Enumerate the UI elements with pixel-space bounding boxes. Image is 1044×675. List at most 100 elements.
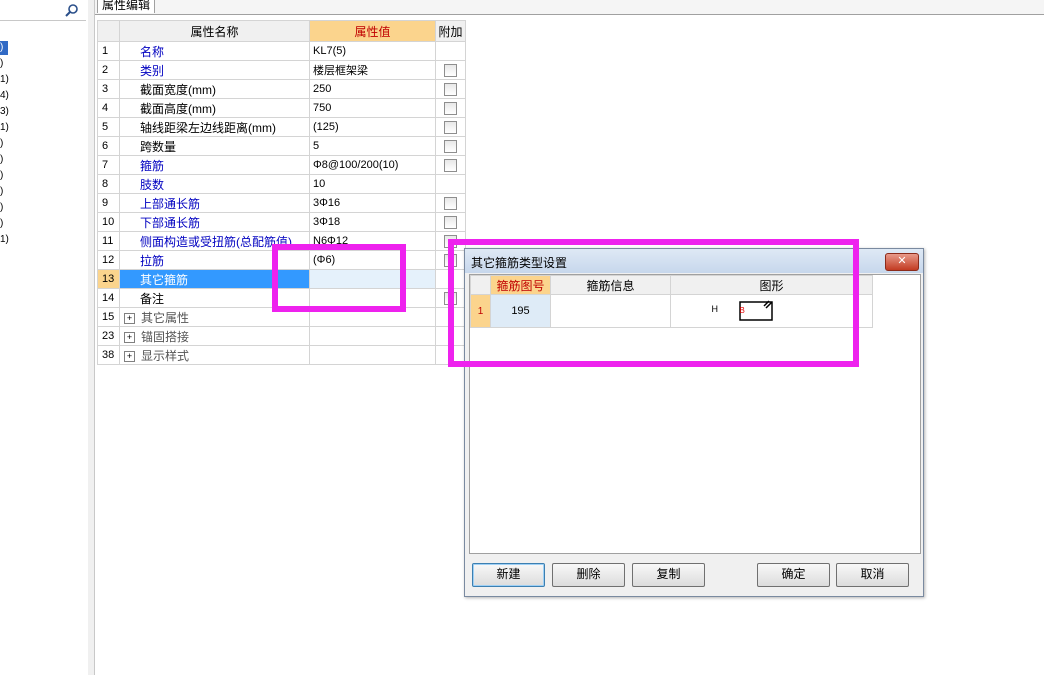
property-value[interactable]: 3Φ18	[309, 212, 436, 232]
table-row-group[interactable]: 38 + 显示样式	[97, 345, 466, 365]
extra-cell	[435, 41, 466, 61]
row-number: 14	[97, 288, 120, 308]
property-value[interactable]: KL7(5)	[309, 41, 436, 61]
left-list-item[interactable]: )	[0, 185, 3, 199]
property-value[interactable]: 3Φ16	[309, 193, 436, 213]
left-list-item[interactable]: )	[0, 201, 3, 215]
left-list-item[interactable]: )	[0, 41, 8, 55]
property-name[interactable]: 跨数量	[119, 136, 310, 156]
table-row[interactable]: 7 箍筋 Φ8@100/200(10)	[97, 155, 466, 175]
row-number: 7	[97, 155, 120, 175]
close-icon[interactable]: ✕	[885, 253, 919, 271]
row-number: 15	[97, 307, 120, 327]
table-row[interactable]: 4 截面高度(mm) 750	[97, 98, 466, 118]
property-name[interactable]: 截面高度(mm)	[119, 98, 310, 118]
property-name[interactable]: 轴线距梁左边线距离(mm)	[119, 117, 310, 137]
extra-checkbox[interactable]	[444, 121, 457, 135]
delete-button[interactable]: 删除	[552, 563, 625, 587]
property-group[interactable]: + 显示样式	[119, 345, 310, 365]
property-name[interactable]: 箍筋	[119, 155, 310, 175]
group-label: 显示样式	[141, 348, 190, 363]
extra-checkbox[interactable]	[444, 102, 457, 116]
row-number: 3	[97, 79, 120, 99]
row-number: 6	[97, 136, 120, 156]
ok-button[interactable]: 确定	[757, 563, 830, 587]
grid-header-extra[interactable]: 附加	[435, 20, 466, 42]
table-row[interactable]: 5 轴线距梁左边线距离(mm) (125)	[97, 117, 466, 137]
row-number: 13	[97, 269, 120, 289]
search-icon[interactable]	[64, 3, 80, 17]
extra-checkbox[interactable]	[444, 197, 457, 211]
extra-checkbox[interactable]	[444, 159, 457, 173]
row-number: 2	[97, 60, 120, 80]
property-name[interactable]: 肢数	[119, 174, 310, 194]
grid-header-value[interactable]: 属性值	[309, 20, 436, 42]
property-value[interactable]: 750	[309, 98, 436, 118]
property-value[interactable]: 楼层框架梁	[309, 60, 436, 80]
left-list-item[interactable]: 1)	[0, 233, 9, 247]
row-number: 11	[97, 231, 120, 251]
left-list-item[interactable]: )	[0, 217, 3, 231]
table-row[interactable]: 6 跨数量 5	[97, 136, 466, 156]
table-row-group[interactable]: 23 + 锚固搭接	[97, 326, 466, 346]
left-search-bar[interactable]	[0, 0, 86, 21]
grid-header-row: 属性名称 属性值 附加	[97, 20, 466, 42]
tab-property-editor[interactable]: 属性编辑	[97, 0, 156, 13]
property-name[interactable]: 类别	[119, 60, 310, 80]
property-value	[309, 326, 436, 346]
table-row[interactable]: 8 肢数 10	[97, 174, 466, 194]
property-name[interactable]: 截面宽度(mm)	[119, 79, 310, 99]
grid-header-corner	[97, 20, 120, 42]
extra-checkbox[interactable]	[444, 216, 457, 230]
property-name[interactable]: 下部通长筋	[119, 212, 310, 232]
property-value[interactable]: Φ8@100/200(10)	[309, 155, 436, 175]
extra-checkbox[interactable]	[444, 64, 457, 78]
table-row[interactable]: 3 截面宽度(mm) 250	[97, 79, 466, 99]
row-number: 1	[97, 41, 120, 61]
left-list-item[interactable]: 4)	[0, 89, 9, 103]
row-number: 4	[97, 98, 120, 118]
left-list-item[interactable]: 1)	[0, 121, 9, 135]
left-list-item[interactable]: )	[0, 137, 3, 151]
row-number: 12	[97, 250, 120, 270]
property-value[interactable]: 5	[309, 136, 436, 156]
expand-icon[interactable]: +	[124, 331, 135, 343]
table-row[interactable]: 10 下部通长筋 3Φ18	[97, 212, 466, 232]
property-value	[309, 345, 436, 365]
new-button[interactable]: 新建	[472, 563, 545, 587]
group-label: 其它属性	[141, 310, 190, 325]
left-list-item[interactable]: 1)	[0, 73, 9, 87]
row-number: 38	[97, 345, 120, 365]
row-number: 5	[97, 117, 120, 137]
row-number: 8	[97, 174, 120, 194]
row-number: 9	[97, 193, 120, 213]
left-panel: ) ) 1) 4) 3) 1) ) ) ) ) ) ) 1)	[0, 0, 89, 675]
left-list-item[interactable]: )	[0, 57, 3, 71]
expand-icon[interactable]: +	[124, 350, 135, 362]
left-list-item[interactable]: )	[0, 153, 3, 167]
row-number: 23	[97, 326, 120, 346]
table-row[interactable]: 9 上部通长筋 3Φ16	[97, 193, 466, 213]
tab-strip: 属性编辑	[95, 0, 1044, 15]
property-name[interactable]: 名称	[119, 41, 310, 61]
property-value[interactable]: 250	[309, 79, 436, 99]
property-group[interactable]: + 锚固搭接	[119, 326, 310, 346]
cancel-button[interactable]: 取消	[836, 563, 909, 587]
property-value[interactable]: 10	[309, 174, 436, 194]
table-row[interactable]: 1 名称 KL7(5)	[97, 41, 466, 61]
extra-checkbox[interactable]	[444, 83, 457, 97]
property-grid: 属性名称 属性值 附加 1 名称 KL7(5) 2 类别 楼层框架梁 3 截面宽…	[97, 20, 466, 365]
extra-cell	[435, 174, 466, 194]
table-row[interactable]: 2 类别 楼层框架梁	[97, 60, 466, 80]
panel-splitter[interactable]	[88, 0, 95, 675]
left-list-item[interactable]: 3)	[0, 105, 9, 119]
copy-button[interactable]: 复制	[632, 563, 705, 587]
extra-checkbox[interactable]	[444, 140, 457, 154]
grid-header-name[interactable]: 属性名称	[119, 20, 310, 42]
property-value[interactable]: (125)	[309, 117, 436, 137]
annotation-rectangle	[272, 244, 406, 312]
property-name[interactable]: 上部通长筋	[119, 193, 310, 213]
left-list-item[interactable]: )	[0, 169, 3, 183]
expand-icon[interactable]: +	[124, 312, 135, 324]
annotation-rectangle	[448, 239, 859, 367]
